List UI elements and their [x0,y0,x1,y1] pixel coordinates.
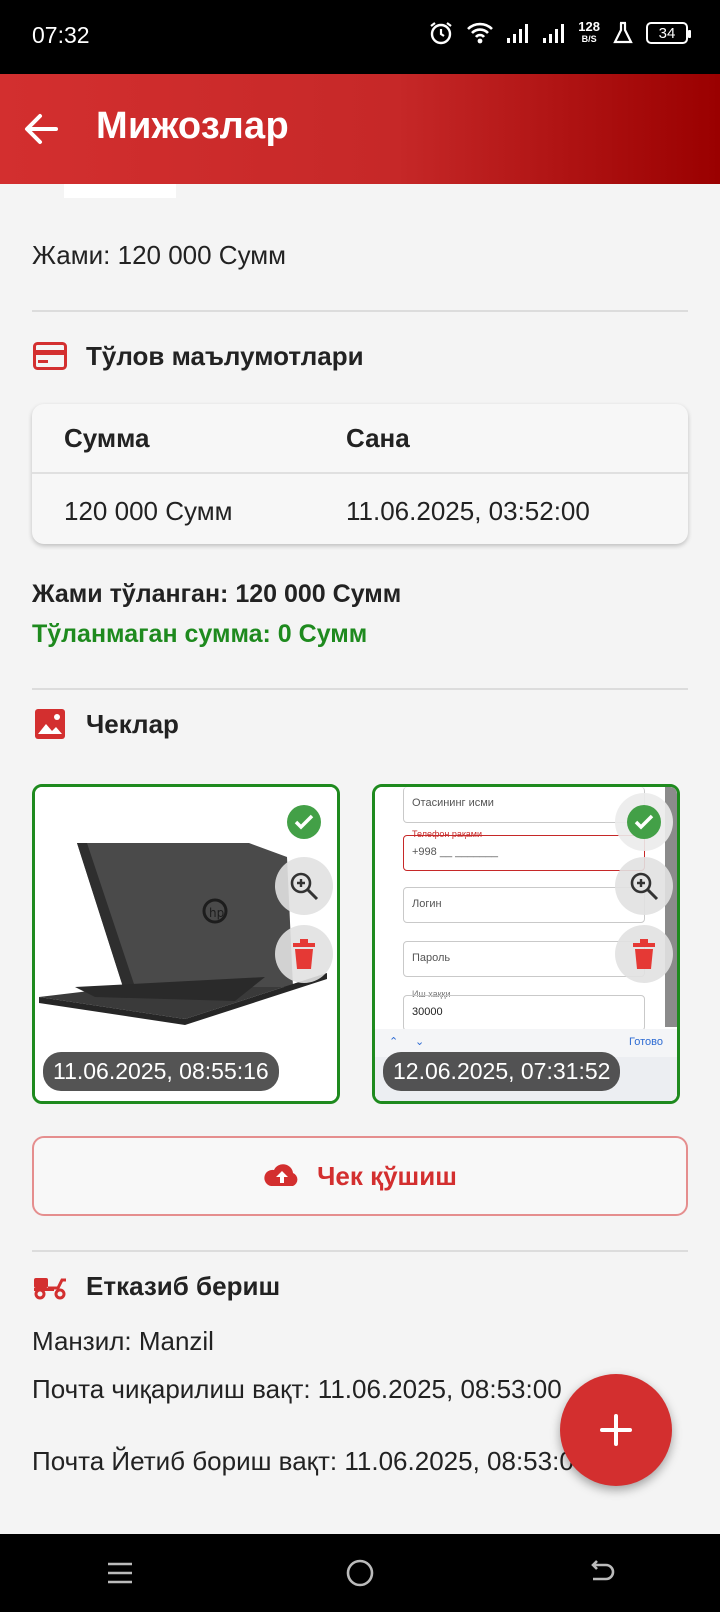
check-circle-icon [287,805,321,839]
home-button[interactable] [330,1543,390,1603]
signal-icon [506,22,530,44]
receipts-section-title: Чеклар [86,708,179,739]
trash-icon [293,939,315,969]
divider [32,688,688,690]
delivery-section-header: Етказиб бериш [32,1268,280,1304]
zoom-button[interactable] [275,857,333,915]
recent-apps-button[interactable] [90,1543,150,1603]
column-header-date: Сана [346,422,410,453]
delivery-scooter-icon [32,1268,68,1304]
status-time: 07:32 [32,22,90,48]
battery-icon: 34 [646,22,691,44]
trash-icon [633,939,655,969]
cell-amount: 120 000 Сумм [64,495,233,526]
approve-button[interactable] [615,793,673,851]
total-paid: Жами тўланган: 120 000 Сумм [32,580,402,608]
mock-field: 30000 [403,995,645,1031]
chevron-up-icon: ⌃ [389,1036,399,1048]
receipt-card[interactable]: Отасининг исми Телефон рақами +998 __ __… [372,784,680,1104]
back-nav-icon [591,1560,615,1581]
column-header-amount: Сумма [64,422,150,453]
mock-field: Логин [403,887,645,923]
home-circle-icon [346,1559,374,1587]
page-title: Мижозлар [96,105,289,147]
unpaid-amount: Тўланмаган сумма: 0 Сумм [32,620,368,648]
mock-field: Пароль [403,941,645,977]
delete-button[interactable] [615,925,673,983]
add-receipt-button[interactable]: Чек қўшиш [32,1136,688,1216]
alarm-icon [428,20,454,46]
table-row: 120 000 Сумм 11.06.2025, 03:52:00 [32,476,688,544]
zoom-in-icon [630,872,659,901]
receipts-section-header: Чеклар [32,706,179,742]
status-icons: 128 B/S 34 [428,19,691,46]
post-arrival-time: Почта Йетиб бориш вақт: 11.06.2025, 08:5… [32,1446,589,1476]
back-arrow-icon [25,114,58,144]
chevron-down-icon: ⌄ [415,1036,425,1048]
divider [32,1250,688,1252]
mock-field: Отасининг исми [403,787,645,823]
receipt-date: 12.06.2025, 07:31:52 [383,1052,621,1091]
approve-button[interactable] [275,793,333,851]
payments-section-title: Тўлов маълумотлари [86,340,364,371]
check-circle-icon [627,805,661,839]
net-speed: 128 B/S [578,19,600,44]
receipt-card[interactable]: hp 11.06.2025, 08:55:16 [32,784,340,1104]
add-receipt-label: Чек қўшиш [317,1160,457,1191]
mock-field: +998 __ _______ [403,835,645,871]
divider [32,310,688,312]
credit-card-icon [32,338,68,374]
mock-done: Готово [629,1036,663,1048]
delivery-address: Манзил: Manzil [32,1326,214,1356]
cell-date: 11.06.2025, 03:52:00 [346,495,590,526]
partial-tab [64,184,176,198]
image-icon [32,706,68,742]
delivery-section-title: Етказиб бериш [86,1270,281,1301]
post-dispatch-time: Почта чиқарилиш вақт: 11.06.2025, 08:53:… [32,1374,562,1404]
menu-icon [108,1562,132,1584]
signal-icon [542,22,566,44]
payments-table: Сумма Сана 120 000 Сумм 11.06.2025, 03:5… [32,404,688,544]
payments-section-header: Тўлов маълумотлари [32,338,364,374]
plus-icon [600,1414,632,1446]
status-bar: 07:32 128 B/S 34 [0,0,720,74]
system-nav-bar [0,1534,720,1612]
total-amount: Жами: 120 000 Сумм [32,240,287,270]
back-button[interactable] [20,108,62,150]
zoom-button[interactable] [615,857,673,915]
table-header-row: Сумма Сана [32,404,688,474]
add-fab-button[interactable] [560,1374,672,1486]
svg-text:hp: hp [209,906,224,920]
receipt-date: 11.06.2025, 08:55:16 [43,1052,279,1091]
app-bar: Мижозлар [0,74,720,184]
zoom-in-icon [290,872,319,901]
back-nav-button[interactable] [570,1543,630,1603]
wifi-icon [466,21,494,45]
delete-button[interactable] [275,925,333,983]
flask-icon [612,21,634,45]
cloud-upload-icon [264,1164,298,1186]
